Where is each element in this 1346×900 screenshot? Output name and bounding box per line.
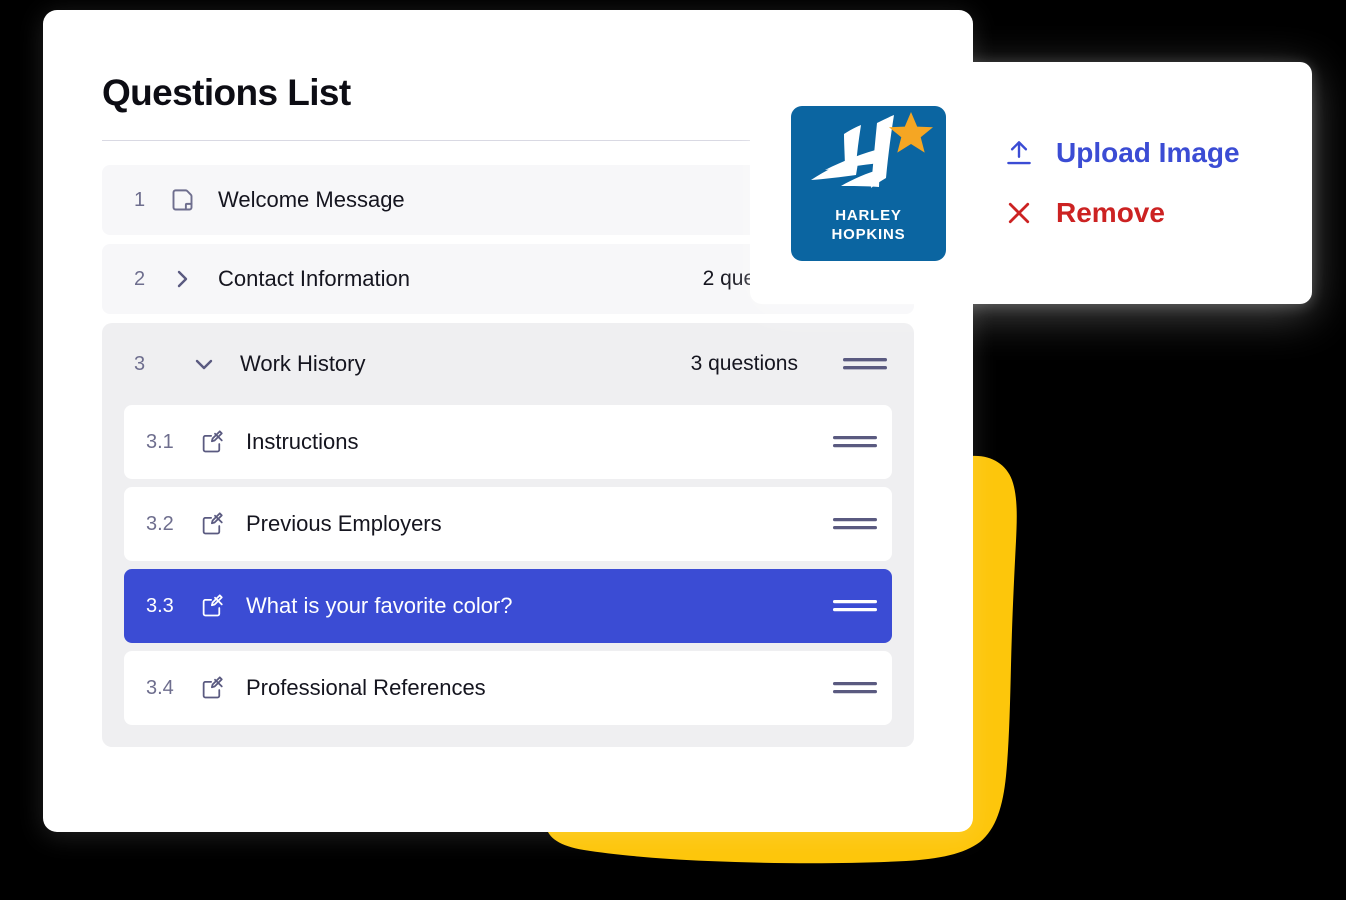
note-page-icon (160, 187, 204, 214)
row-label: Work History (240, 351, 366, 376)
group-header-work-history[interactable]: 3 Work History 3 questions (124, 323, 892, 405)
list-group-work-history: 3 Work History 3 questions 3.1 Instructi… (102, 323, 914, 747)
row-label: Professional References (246, 675, 486, 700)
screenshot-stage: Questions List 1 Welcome Message 2 Conta… (0, 0, 1346, 900)
edit-square-icon (190, 593, 234, 619)
remove-image-button[interactable]: Remove (1004, 197, 1240, 229)
row-question-count: 3 questions (690, 352, 798, 375)
row-label: What is your favorite color? (246, 593, 513, 618)
logo-name-line1: HARLEY (835, 206, 902, 224)
drag-handle-icon[interactable] (828, 432, 882, 452)
list-item-instructions[interactable]: 3.1 Instructions (124, 405, 892, 479)
list-item-favorite-color-selected[interactable]: 3.3 What is your favorite color? (124, 569, 892, 643)
row-index: 3.3 (146, 594, 174, 617)
upload-image-button[interactable]: Upload Image (1004, 137, 1240, 169)
remove-label: Remove (1056, 197, 1165, 228)
edit-square-icon (190, 511, 234, 537)
close-x-icon (1004, 198, 1034, 228)
image-upload-popup: HARLEY HOPKINS Upload Image Remove (750, 62, 1312, 304)
row-index: 1 (134, 188, 146, 211)
logo-name-line2: HOPKINS (831, 225, 906, 243)
row-label: Contact Information (218, 266, 410, 291)
logo-mark-svg (811, 111, 933, 188)
edit-square-icon (190, 675, 234, 701)
drag-handle-icon[interactable] (828, 596, 882, 616)
upload-arrow-icon (1004, 138, 1034, 168)
logo-wordmark: HARLEY HOPKINS (791, 206, 946, 244)
list-item-professional-references[interactable]: 3.4 Professional References (124, 651, 892, 725)
drag-handle-icon[interactable] (828, 678, 882, 698)
upload-image-label: Upload Image (1056, 137, 1240, 168)
row-label: Previous Employers (246, 511, 442, 536)
row-index: 2 (134, 267, 146, 290)
row-index: 3 (134, 352, 146, 375)
drag-handle-icon[interactable] (828, 514, 882, 534)
row-index: 3.4 (146, 676, 174, 699)
harley-hopkins-logo: HARLEY HOPKINS (791, 105, 946, 261)
row-label: Instructions (246, 429, 359, 454)
row-index: 3.1 (146, 430, 174, 453)
edit-square-icon (190, 429, 234, 455)
drag-handle-icon[interactable] (838, 354, 892, 374)
popup-action-list: Upload Image Remove (1004, 137, 1240, 229)
chevron-down-icon[interactable] (182, 352, 226, 376)
chevron-right-icon[interactable] (160, 267, 204, 291)
row-index: 3.2 (146, 512, 174, 535)
row-label: Welcome Message (218, 187, 405, 212)
list-item-previous-employers[interactable]: 3.2 Previous Employers (124, 487, 892, 561)
